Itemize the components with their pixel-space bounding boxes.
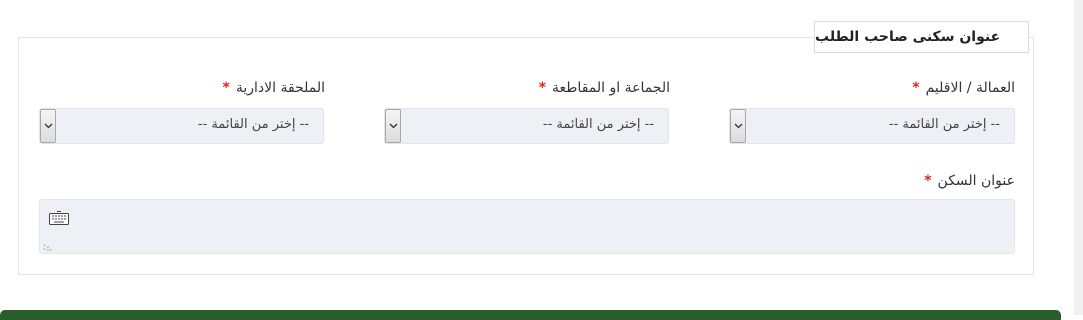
footer-bar xyxy=(0,310,1061,320)
keyboard-icon[interactable] xyxy=(49,211,69,225)
province-select-value: -- إختر من القائمة -- xyxy=(888,117,1000,132)
commune-dropdown-button[interactable] xyxy=(385,109,401,143)
required-mark: * xyxy=(538,80,547,96)
section-title: عنوان سكنى صاحب الطلب xyxy=(814,21,1029,53)
province-label-text: العمالة / الاقليم xyxy=(925,80,1015,96)
commune-label-text: الجماعة او المقاطعة xyxy=(552,80,670,96)
annex-label-text: الملحقة الادارية xyxy=(235,80,325,96)
address-textarea[interactable] xyxy=(39,199,1015,254)
commune-select[interactable]: -- إختر من القائمة -- xyxy=(384,108,669,144)
required-mark: * xyxy=(924,173,932,189)
required-mark: * xyxy=(912,80,920,96)
province-label: العمالة / الاقليم * xyxy=(912,80,1015,96)
address-label: عنوان السكن * xyxy=(924,173,1015,189)
province-dropdown-button[interactable] xyxy=(730,109,746,143)
annex-dropdown-button[interactable] xyxy=(40,109,56,143)
annex-select[interactable]: -- إختر من القائمة -- xyxy=(39,108,324,144)
chevron-down-icon xyxy=(734,123,742,129)
resize-grip-icon[interactable] xyxy=(43,243,52,251)
chevron-down-icon xyxy=(44,123,52,129)
province-select[interactable]: -- إختر من القائمة -- xyxy=(729,108,1015,144)
annex-label: الملحقة الادارية * xyxy=(223,80,325,96)
address-label-text: عنوان السكن xyxy=(937,173,1015,189)
page-scrollbar[interactable] xyxy=(1074,0,1083,315)
annex-select-value: -- إختر من القائمة -- xyxy=(197,117,309,132)
chevron-down-icon xyxy=(389,123,397,129)
commune-label: الجماعة او المقاطعة * xyxy=(539,80,670,96)
required-mark: * xyxy=(222,80,230,96)
commune-select-value: -- إختر من القائمة -- xyxy=(542,117,654,132)
